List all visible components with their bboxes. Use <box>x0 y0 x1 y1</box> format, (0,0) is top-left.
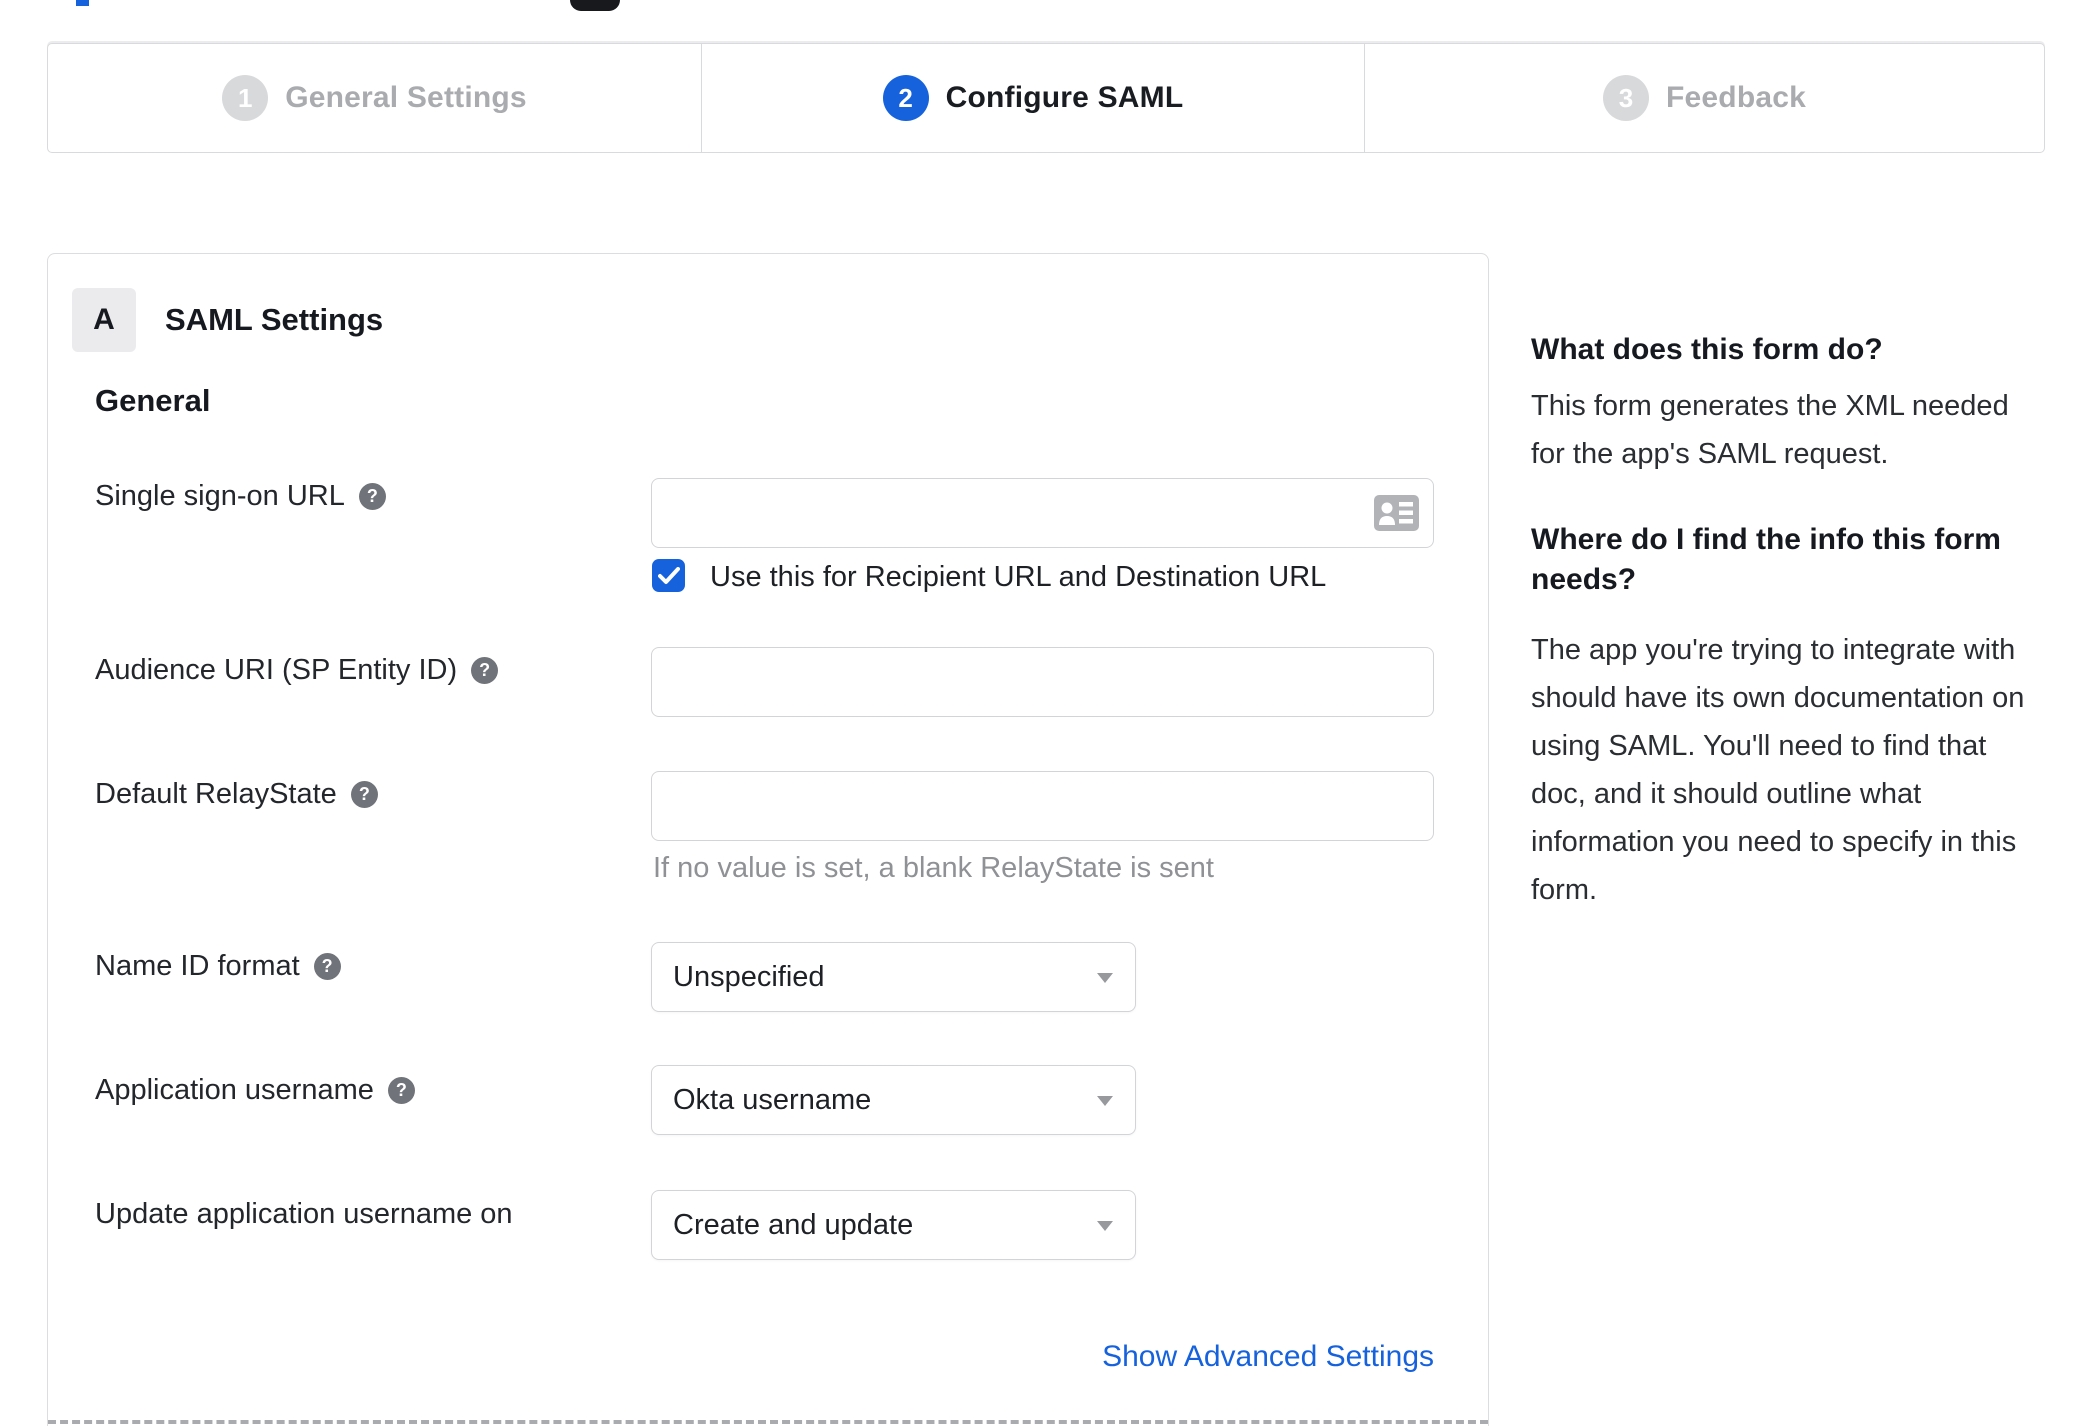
step-2-number-badge: 2 <box>882 75 929 121</box>
contact-card-icon <box>1374 495 1419 531</box>
relaystate-label: Default RelayState <box>95 777 337 810</box>
audience-uri-input[interactable] <box>651 647 1434 717</box>
recipient-url-checkbox[interactable] <box>652 559 685 592</box>
nameid-format-help-icon[interactable]: ? <box>313 952 341 980</box>
app-username-label-row: Application username ? <box>95 1073 415 1107</box>
update-username-select[interactable]: Create and update <box>651 1190 1136 1260</box>
nameid-format-label-row: Name ID format ? <box>95 949 341 983</box>
sso-url-label-row: Single sign-on URL ? <box>95 479 386 513</box>
help-body-where: The app you're trying to integrate with … <box>1531 634 2025 906</box>
configure-saml-page: 1 General Settings 2 Configure SAML 3 Fe… <box>0 0 2092 1426</box>
dropdown-caret-icon <box>1097 1096 1113 1106</box>
step-feedback[interactable]: 3 Feedback <box>1364 44 2044 152</box>
relaystate-label-row: Default RelayState ? <box>95 777 378 811</box>
dropdown-caret-icon <box>1097 973 1113 983</box>
step-general-settings[interactable]: 1 General Settings <box>48 44 701 152</box>
audience-uri-label-row: Audience URI (SP Entity ID) ? <box>95 653 499 687</box>
audience-uri-label: Audience URI (SP Entity ID) <box>95 653 458 686</box>
wizard-stepper: 1 General Settings 2 Configure SAML 3 Fe… <box>47 43 2045 153</box>
relaystate-input[interactable] <box>651 771 1434 841</box>
recipient-url-checkbox-label: Use this for Recipient URL and Destinati… <box>710 561 1327 593</box>
nameid-format-select[interactable]: Unspecified <box>651 942 1136 1012</box>
sso-url-input[interactable] <box>651 478 1434 548</box>
help-heading-what: What does this form do? <box>1531 333 1883 366</box>
help-heading-where: Where do I find the info this form needs… <box>1531 523 2001 596</box>
step-3-number-badge: 3 <box>1603 75 1649 121</box>
audience-uri-help-icon[interactable]: ? <box>471 656 499 684</box>
panel-title: SAML Settings <box>165 302 384 337</box>
app-username-value: Okta username <box>673 1083 872 1116</box>
sso-url-help-icon[interactable]: ? <box>358 482 386 510</box>
cutoff-title-accent <box>76 0 89 6</box>
sso-url-label: Single sign-on URL <box>95 479 345 512</box>
update-username-value: Create and update <box>673 1208 914 1241</box>
dropdown-caret-icon <box>1097 1221 1113 1231</box>
section-dashed-divider <box>48 1420 1488 1424</box>
update-username-label-row: Update application username on <box>95 1197 513 1231</box>
step-3-label: Feedback <box>1666 81 1806 114</box>
relaystate-help-icon[interactable]: ? <box>350 780 378 808</box>
relaystate-hint: If no value is set, a blank RelayState i… <box>653 852 1214 884</box>
app-username-select[interactable]: Okta username <box>651 1065 1136 1135</box>
section-a-badge: A <box>72 288 136 352</box>
app-username-label: Application username <box>95 1073 374 1106</box>
checkmark-icon <box>657 566 680 584</box>
step-1-number-badge: 1 <box>222 75 269 121</box>
nameid-format-value: Unspecified <box>673 960 825 993</box>
general-section-heading: General <box>95 383 211 418</box>
step-2-label: Configure SAML <box>945 81 1184 114</box>
step-1-label: General Settings <box>285 81 527 114</box>
sso-url-input-wrap <box>651 478 1434 548</box>
help-body-what: This form generates the XML needed for t… <box>1531 390 2009 470</box>
show-advanced-settings-link[interactable]: Show Advanced Settings <box>1102 1340 1434 1374</box>
nameid-format-label: Name ID format <box>95 949 300 982</box>
app-username-help-icon[interactable]: ? <box>387 1076 415 1104</box>
cutoff-header-icon <box>570 0 620 11</box>
step-configure-saml[interactable]: 2 Configure SAML <box>701 44 1364 152</box>
update-username-label: Update application username on <box>95 1197 513 1230</box>
